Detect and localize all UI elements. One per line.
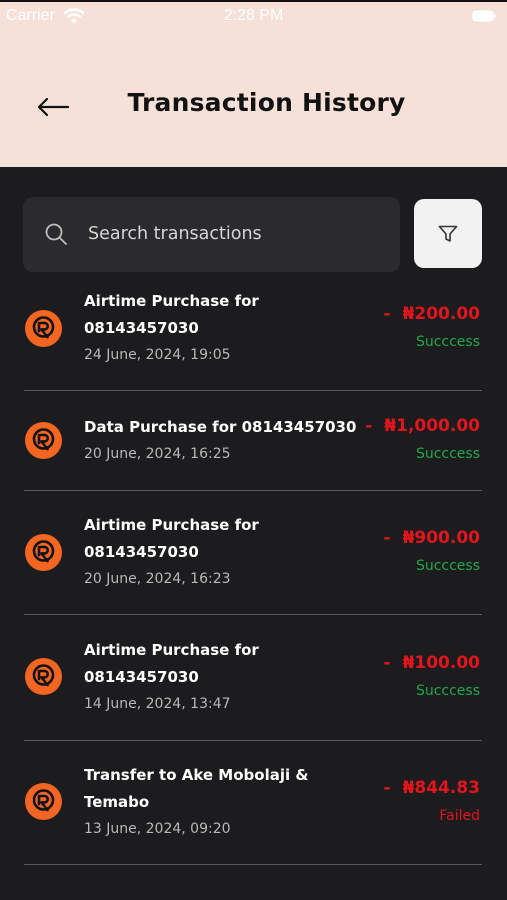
divider [24,614,482,615]
status-time: 2:28 PM [223,7,284,24]
amount-sign: - [383,528,391,548]
transaction-title: Airtime Purchase for 08143457030 [84,516,259,561]
provider-logo-icon [25,422,62,459]
divider [24,490,482,491]
page-title: Transaction History [127,88,406,117]
status-badge: Failed [439,808,480,824]
top-border [0,0,507,2]
provider-logo-icon [25,534,62,571]
search-input[interactable] [88,220,388,248]
transaction-date: 24 June, 2024, 19:05 [84,347,231,363]
transaction-title: Data Purchase for 08143457030 [84,418,357,436]
filter-icon [438,225,458,242]
divider [24,740,482,741]
transaction-item[interactable]: Airtime Purchase for 08143457030 24 June… [0,288,507,390]
transaction-amount: - ₦200.00 [384,304,481,324]
filter-button[interactable] [414,199,482,268]
amount-sign: - [383,653,391,673]
amount-value: ₦900.00 [402,528,480,548]
divider [24,864,482,865]
transaction-amount: - ₦1,000.00 [365,416,480,436]
transaction-amount: - ₦844.83 [384,778,481,798]
transaction-amount: - ₦100.00 [384,653,481,673]
provider-logo-icon [25,783,62,820]
transaction-amount: - ₦900.00 [384,528,481,548]
amount-sign: - [365,416,373,436]
status-badge: Succcess [415,558,480,574]
amount-sign: - [383,778,391,798]
status-bar: Carrier 2:28 PM [0,6,507,28]
amount-value: ₦200.00 [402,304,480,324]
transaction-item[interactable]: Transfer to Ake Mobolaji & Temabo 13 Jun… [0,762,507,864]
search-icon [45,223,67,245]
status-badge: Succcess [415,683,480,699]
provider-logo-icon [25,310,62,347]
amount-value: ₦100.00 [402,653,480,673]
transaction-title: Airtime Purchase for 08143457030 [84,292,259,337]
status-badge: Succcess [415,446,480,462]
battery-icon [472,10,496,22]
transaction-date: 13 June, 2024, 09:20 [84,821,231,837]
transaction-item[interactable]: Airtime Purchase for 08143457030 14 June… [0,637,507,739]
provider-logo-icon [25,658,62,695]
transaction-item[interactable]: Airtime Purchase for 08143457030 20 June… [0,512,507,614]
transaction-date: 20 June, 2024, 16:25 [84,446,231,462]
transaction-date: 20 June, 2024, 16:23 [84,571,231,587]
status-badge: Succcess [415,334,480,350]
amount-sign: - [383,304,391,324]
amount-value: ₦1,000.00 [384,416,480,436]
transaction-title: Transfer to Ake Mobolaji & Temabo [84,766,309,811]
transaction-item[interactable]: Data Purchase for 08143457030 20 June, 2… [0,414,507,490]
divider [24,390,482,391]
transaction-date: 14 June, 2024, 13:47 [84,696,231,712]
amount-value: ₦844.83 [402,778,480,798]
transaction-title: Airtime Purchase for 08143457030 [84,641,259,686]
